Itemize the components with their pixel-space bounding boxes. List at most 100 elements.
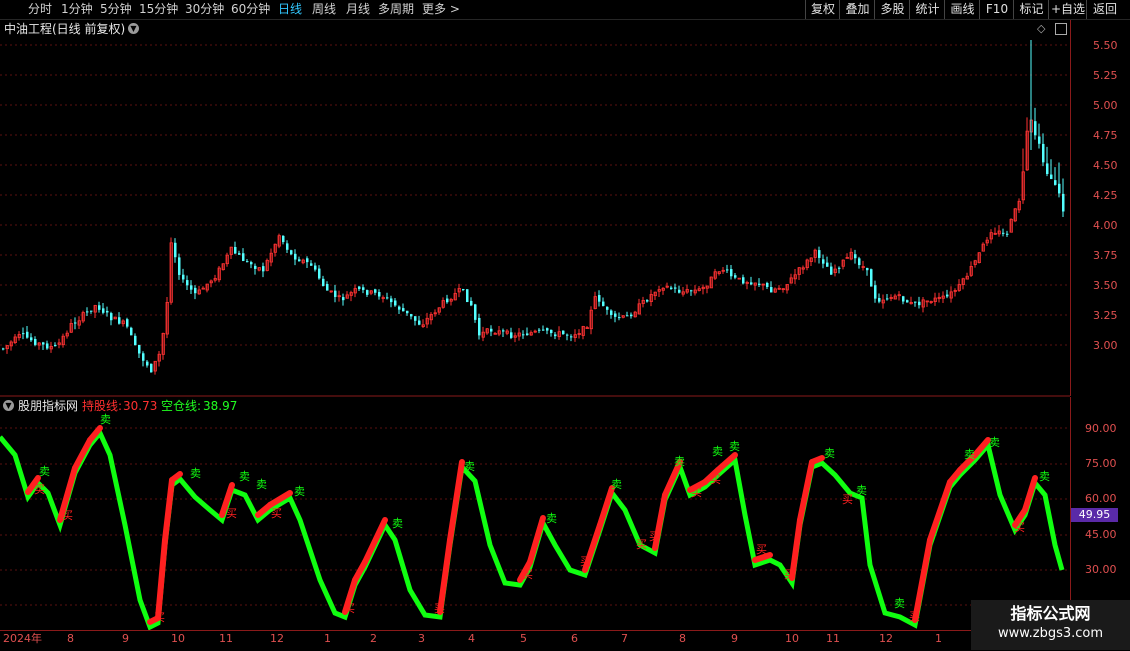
candle-body — [130, 327, 133, 336]
buy-marker: 买 — [271, 507, 282, 520]
candle-body — [102, 308, 105, 313]
hold-line-segment — [797, 459, 815, 523]
price-axis: 5.50 5.25 5.00 4.75 4.50 4.25 4.00 3.75 … — [1070, 20, 1119, 396]
candle-body — [462, 289, 465, 291]
candle-body — [902, 296, 905, 302]
candle-body — [854, 254, 857, 259]
candle-body — [22, 333, 25, 335]
watermark: 指标公式网 www.zbgs3.com — [971, 600, 1130, 650]
date-tick: 9 — [122, 632, 129, 645]
candle-body — [318, 268, 321, 279]
candle-body — [858, 258, 861, 266]
sell-marker: 卖 — [1039, 470, 1050, 483]
date-tick: 8 — [679, 632, 686, 645]
candle-body — [1054, 180, 1057, 185]
candle-body — [522, 334, 525, 336]
hold-line-segment — [912, 537, 933, 623]
sell-marker: 卖 — [964, 448, 975, 461]
candle-body — [1034, 121, 1037, 136]
candle-body — [182, 274, 185, 280]
candle-body — [242, 253, 245, 261]
date-tick: 3 — [418, 632, 425, 645]
candle-body — [254, 265, 257, 269]
candle-body — [1046, 163, 1049, 175]
candle-body — [234, 246, 237, 254]
candle-body — [598, 295, 601, 302]
date-tick: 11 — [826, 632, 840, 645]
candle-body — [546, 328, 549, 331]
candle-body — [730, 269, 733, 277]
candle-body — [118, 317, 121, 324]
candle-body — [490, 328, 493, 332]
candle-body — [250, 262, 253, 265]
price-tick: 4.50 — [1093, 159, 1118, 172]
candle-body — [918, 301, 921, 306]
candle-body — [74, 322, 77, 324]
price-tick: 4.00 — [1093, 219, 1118, 232]
candle-body — [150, 363, 153, 373]
candle-body — [418, 320, 421, 325]
hold-line-segment — [527, 515, 546, 565]
diamond-icon[interactable]: ◇ — [1037, 22, 1045, 35]
candle-body — [870, 269, 873, 287]
watermark-url: www.zbgs3.com — [997, 626, 1104, 641]
candle-body — [906, 300, 909, 303]
sell-marker: 卖 — [546, 512, 557, 525]
candle-body — [174, 242, 177, 258]
candle-body — [1042, 143, 1045, 163]
candle-body — [630, 314, 633, 317]
candle-body — [822, 259, 825, 264]
empty-line-label: 空仓线: — [161, 399, 202, 413]
candle-body — [238, 253, 241, 255]
candle-body — [290, 250, 293, 255]
current-value-tag: 49.95 — [1071, 508, 1118, 522]
hold-line-value: 30.73 — [123, 399, 158, 413]
candle-body — [526, 333, 529, 336]
sell-marker: 卖 — [611, 478, 622, 491]
price-tick: 3.50 — [1093, 279, 1118, 292]
candle-body — [1062, 193, 1065, 212]
date-tick: 6 — [571, 632, 578, 645]
buy-marker: 买 — [1014, 521, 1025, 534]
candle-body — [306, 258, 309, 263]
buy-marker: 买 — [909, 610, 920, 623]
candle-body — [30, 337, 33, 341]
sell-marker: 卖 — [712, 445, 723, 458]
chart-canvas[interactable]: 卖卖卖卖卖卖卖卖卖卖卖卖 卖卖卖卖卖卖卖买买买买 买买 买买买买买买买买买买买买 — [0, 0, 1130, 650]
buy-marker: 买 — [34, 483, 45, 496]
indicator-menu-icon[interactable]: ▼ — [3, 400, 14, 411]
window-icon[interactable] — [1055, 23, 1067, 35]
price-tick: 4.25 — [1093, 189, 1118, 202]
candle-body — [602, 301, 605, 306]
watermark-title: 指标公式网 — [1010, 604, 1091, 623]
candle-body — [946, 294, 949, 297]
sell-marker: 卖 — [190, 467, 201, 480]
sell-marker: 卖 — [824, 447, 835, 460]
date-tick: 10 — [171, 632, 185, 645]
candle-body — [298, 259, 301, 262]
candle-body — [394, 300, 397, 306]
candle-body — [134, 335, 137, 346]
candle-body — [190, 285, 193, 290]
candlestick-series — [2, 40, 1065, 375]
date-axis: 2024年 8 9 10 11 12 1 2 3 4 5 6 7 8 9 10 … — [0, 630, 1130, 651]
candle-body — [342, 297, 345, 301]
candle-body — [282, 235, 285, 243]
date-tick: 10 — [785, 632, 799, 645]
candle-body — [310, 263, 313, 266]
candle-body — [402, 308, 405, 312]
candle-body — [750, 282, 753, 285]
candle-body — [678, 289, 681, 293]
candle-body — [406, 310, 409, 314]
side-panel-edge[interactable] — [1118, 20, 1130, 630]
candle-body — [742, 277, 745, 284]
sell-marker: 卖 — [392, 517, 403, 530]
hold-line-segment — [809, 455, 825, 465]
candle-body — [110, 313, 113, 321]
candle-body — [1050, 174, 1053, 179]
candle-body — [90, 310, 93, 312]
candle-body — [626, 315, 629, 317]
candle-body — [262, 266, 265, 272]
chevron-down-icon[interactable]: ▼ — [128, 23, 139, 34]
candle-body — [358, 286, 361, 290]
